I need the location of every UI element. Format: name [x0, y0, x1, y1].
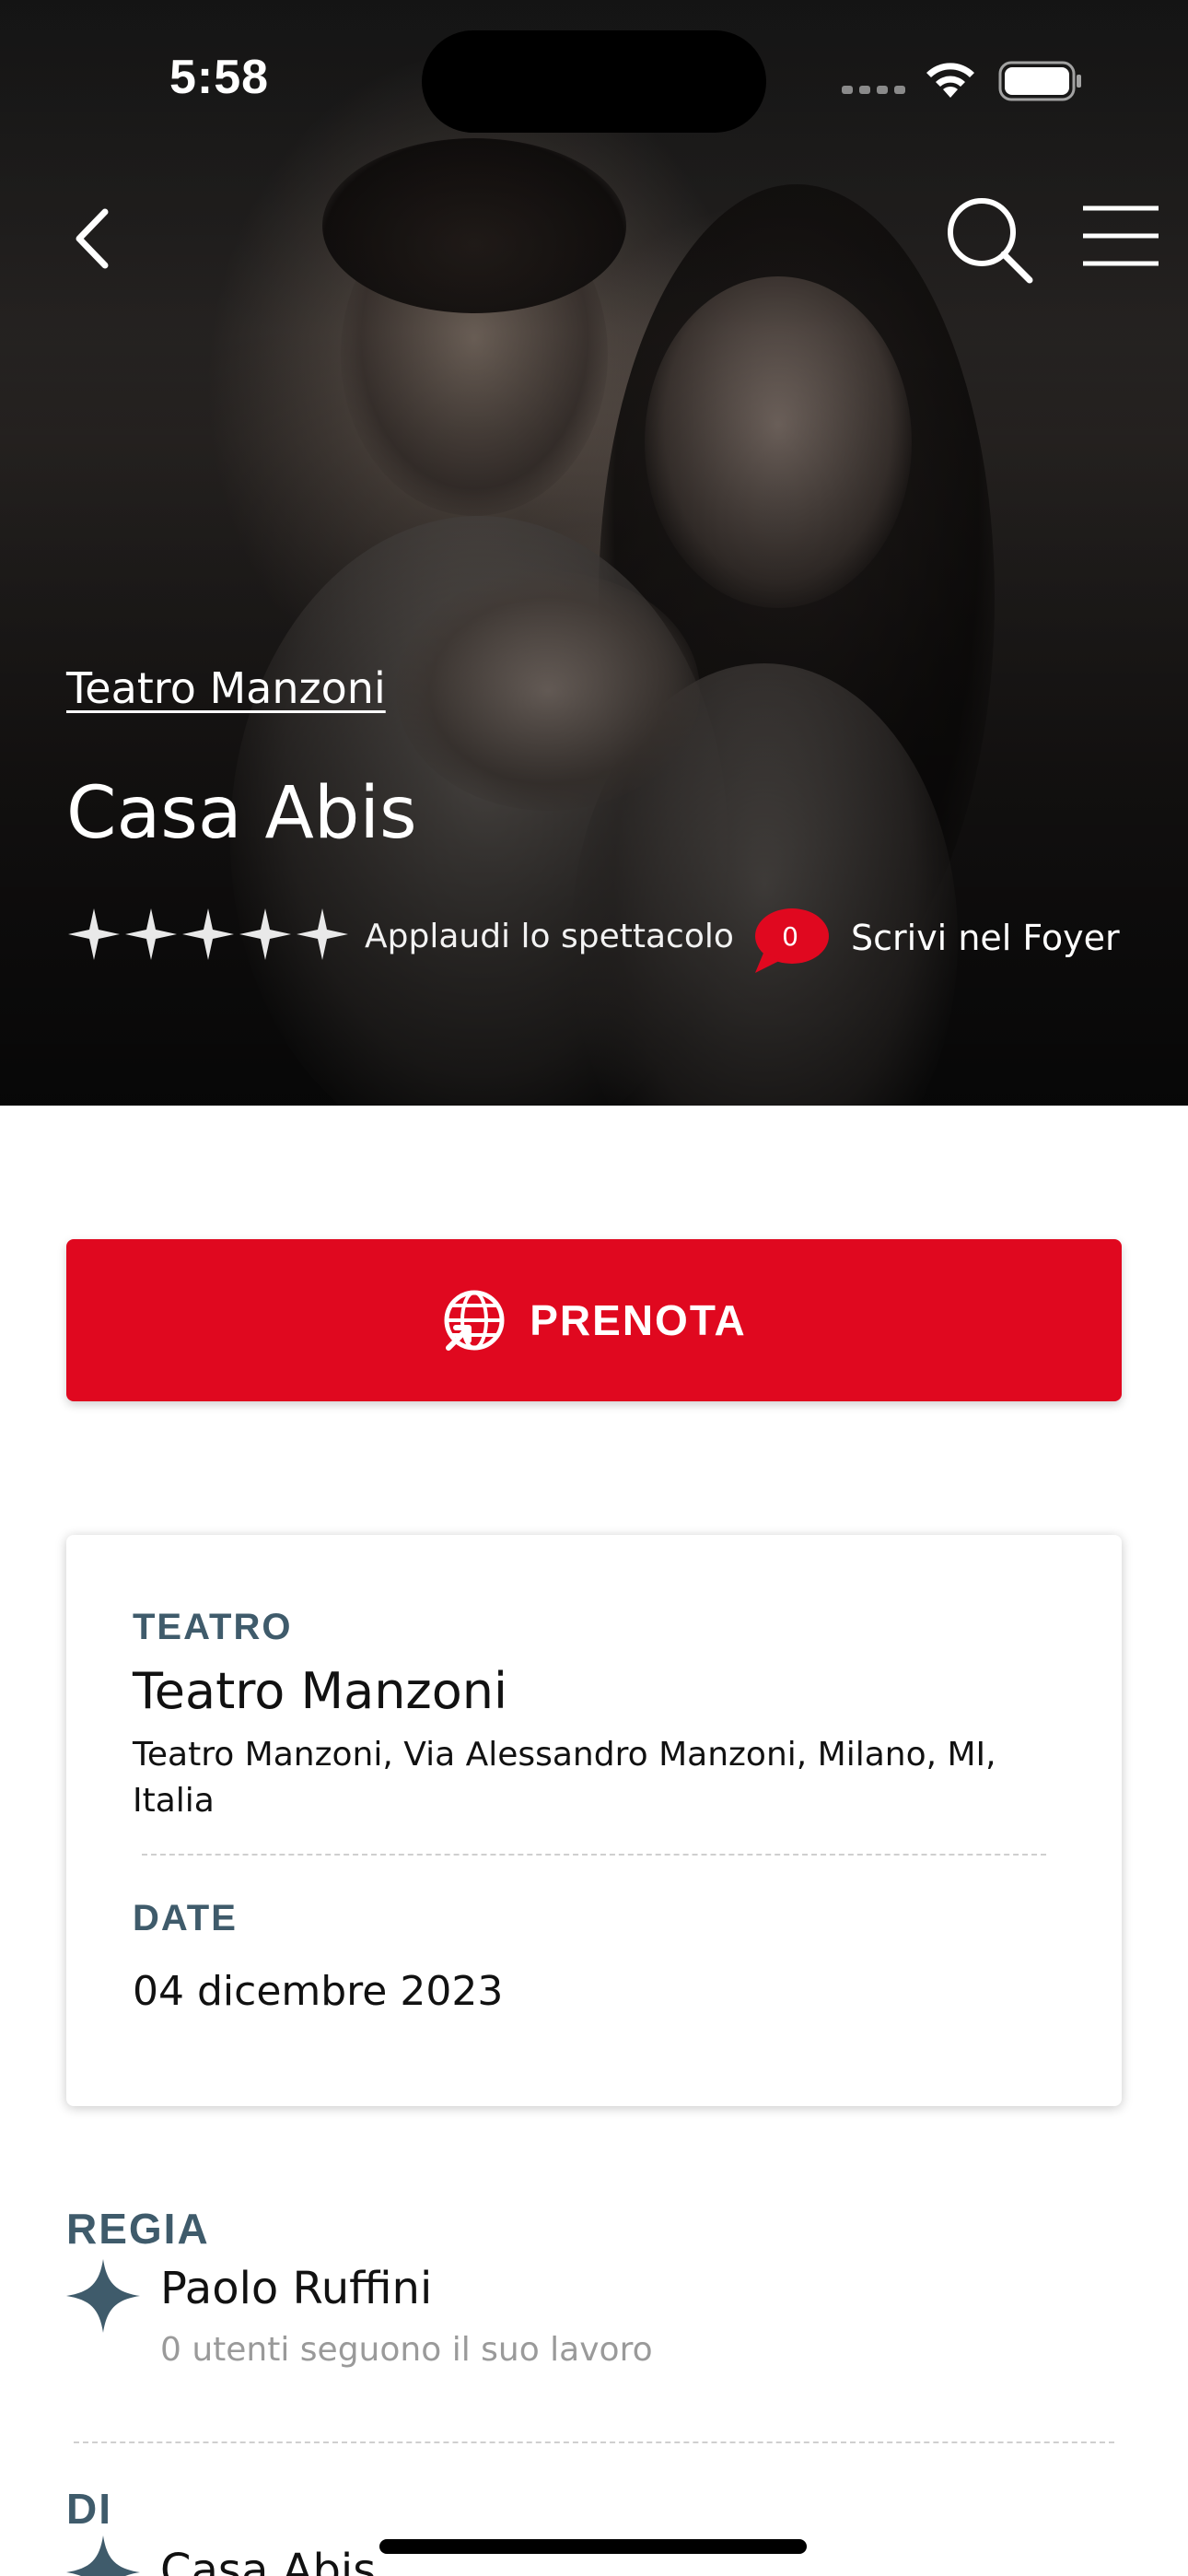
- prenota-button[interactable]: PRENOTA: [66, 1239, 1122, 1401]
- foyer-link[interactable]: Scrivi nel Foyer: [851, 918, 1120, 958]
- hamburger-menu-icon[interactable]: [1081, 203, 1160, 269]
- sparkle-icon: [66, 2535, 140, 2576]
- applause-rating[interactable]: [66, 907, 350, 962]
- comment-count: 0: [782, 921, 798, 952]
- search-icon[interactable]: [943, 193, 1035, 286]
- star-icon[interactable]: [295, 907, 350, 962]
- di-label: DI: [66, 2485, 112, 2533]
- date-label: DATE: [133, 1898, 238, 1938]
- dynamic-island: [422, 30, 766, 133]
- cellular-signal-icon: [842, 86, 905, 94]
- divider: [142, 1854, 1046, 1856]
- theatre-label: TEATRO: [133, 1607, 293, 1647]
- author-name[interactable]: Casa Abis: [160, 2545, 376, 2576]
- director-name[interactable]: Paolo Ruffini: [160, 2263, 432, 2314]
- sparkle-icon: [66, 2259, 140, 2333]
- divider: [74, 2441, 1114, 2443]
- applaud-label[interactable]: Applaudi lo spettacolo: [365, 918, 734, 955]
- director-followers: 0 utenti seguono il suo lavoro: [160, 2331, 653, 2369]
- battery-icon: [998, 61, 1081, 101]
- star-icon[interactable]: [66, 907, 122, 962]
- star-icon[interactable]: [123, 907, 179, 962]
- back-icon[interactable]: [70, 206, 116, 271]
- status-time: 5:58: [169, 51, 270, 104]
- star-icon[interactable]: [238, 907, 293, 962]
- star-icon[interactable]: [181, 907, 236, 962]
- home-indicator[interactable]: [379, 2539, 807, 2554]
- globe-ticket-icon: [444, 1290, 505, 1351]
- wifi-icon: [926, 63, 974, 98]
- show-info-card: TEATRO Teatro Manzoni Teatro Manzoni, Vi…: [66, 1535, 1122, 2106]
- theatre-address: Teatro Manzoni, Via Alessandro Manzoni, …: [133, 1736, 996, 1820]
- show-title: Casa Abis: [66, 772, 417, 855]
- regia-label: REGIA: [66, 2205, 210, 2253]
- date-value: 04 dicembre 2023: [133, 1968, 504, 2015]
- prenota-label: PRENOTA: [530, 1296, 747, 1344]
- venue-link[interactable]: Teatro Manzoni: [66, 663, 386, 713]
- theatre-name[interactable]: Teatro Manzoni: [133, 1662, 507, 1720]
